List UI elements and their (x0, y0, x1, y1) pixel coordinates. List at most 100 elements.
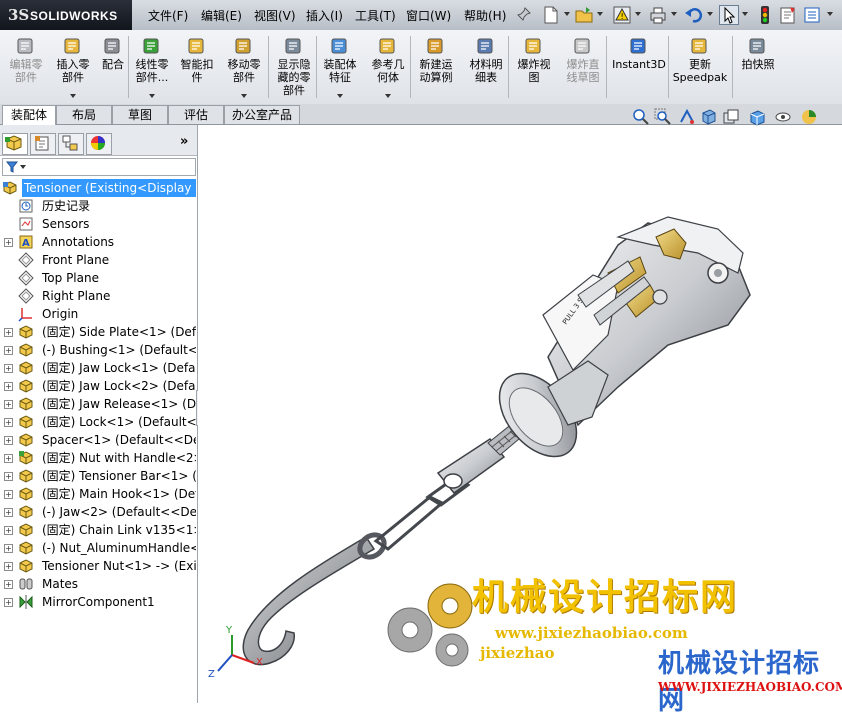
pin-icon[interactable] (516, 6, 532, 22)
tree-item[interactable]: Sensors (0, 215, 196, 233)
warning-rebuild-icon[interactable]: ! (612, 5, 632, 25)
tree-item[interactable]: + (-) Jaw<2> (Default<<Defa (0, 503, 196, 521)
show-hidden-button[interactable]: 显示隐 藏的零 部件 (272, 32, 316, 102)
previous-view-icon[interactable] (678, 108, 696, 126)
tree-root-assembly[interactable]: Tensioner (Existing<Display S (0, 179, 196, 197)
tab-assembly[interactable]: 装配体 (2, 105, 56, 125)
motion-study-button[interactable]: 新建运 动算例 (414, 32, 458, 102)
menu-insert[interactable]: 插入(I) (306, 7, 343, 24)
expand-toggle-icon[interactable]: + (4, 580, 13, 589)
snapshot-button[interactable]: 拍快照 (736, 32, 780, 102)
new-dropdown-icon[interactable] (564, 12, 570, 16)
tree-item[interactable]: Front Plane (0, 251, 196, 269)
zoom-to-area-icon[interactable] (654, 108, 672, 126)
tree-item[interactable]: + (固定) Chain Link v135<1> (0, 521, 196, 539)
tree-item[interactable]: + (固定) Side Plate<1> (Defa (0, 323, 196, 341)
expand-toggle-icon[interactable]: + (4, 490, 13, 499)
move-component-button[interactable]: 移动零 部件 (222, 32, 266, 102)
propertymanager-tab[interactable] (30, 133, 56, 155)
smart-fastener-button[interactable]: 智能扣 件 (177, 32, 217, 102)
explode-line-sketch-button[interactable]: 爆炸直 线草图 (560, 32, 606, 102)
dropdown-caret-icon[interactable] (337, 94, 343, 98)
dropdown-caret-icon[interactable] (70, 94, 76, 98)
featuremanager-tab[interactable] (2, 133, 28, 155)
chevron-right-icon[interactable]: » (180, 134, 188, 149)
options-icon[interactable] (802, 5, 822, 25)
hide-show-items-icon[interactable] (774, 108, 792, 126)
expand-toggle-icon[interactable]: + (4, 400, 13, 409)
expand-toggle-icon[interactable]: + (4, 454, 13, 463)
tree-item[interactable]: + (固定) Jaw Lock<1> (Defau (0, 359, 196, 377)
zoom-to-fit-icon[interactable] (632, 108, 650, 126)
print-icon[interactable] (648, 5, 668, 25)
tab-office-products[interactable]: 办公室产品 (224, 105, 300, 124)
solidworks-logo[interactable]: 3S SOLIDWORKS (0, 0, 132, 30)
tree-item[interactable]: + (固定) Jaw Lock<2> (Defau (0, 377, 196, 395)
tree-item[interactable]: + (-) Bushing<1> (Default<< (0, 341, 196, 359)
edit-component-button[interactable]: 编辑零 部件 (4, 32, 48, 102)
tab-evaluate[interactable]: 评估 (168, 105, 224, 124)
tree-item[interactable]: Origin (0, 305, 196, 323)
traffic-light-icon[interactable] (755, 5, 775, 25)
tree-item[interactable]: + MirrorComponent1 (0, 593, 196, 611)
tree-item[interactable]: + (固定) Jaw Release<1> (De (0, 395, 196, 413)
expand-toggle-icon[interactable]: + (4, 526, 13, 535)
options-dropdown-icon[interactable] (827, 12, 833, 16)
file-properties-icon[interactable] (778, 5, 798, 25)
menu-file[interactable]: 文件(F) (148, 7, 188, 24)
assembly-feature-button[interactable]: 装配体 特征 (318, 32, 362, 102)
expand-toggle-icon[interactable]: + (4, 472, 13, 481)
section-view-icon[interactable] (700, 108, 718, 126)
undo-icon[interactable] (684, 5, 704, 25)
expand-toggle-icon[interactable]: + (4, 436, 13, 445)
expand-toggle-icon[interactable]: + (4, 382, 13, 391)
tree-item[interactable]: + (固定) Main Hook<1> (Def (0, 485, 196, 503)
insert-component-button[interactable]: 插入零 部件 (52, 32, 94, 102)
tree-item[interactable]: + (固定) Tensioner Bar<1> (I (0, 467, 196, 485)
print-dropdown-icon[interactable] (671, 12, 677, 16)
menu-help[interactable]: 帮助(H) (464, 7, 506, 24)
select-cursor-icon[interactable] (719, 5, 739, 25)
dropdown-caret-icon[interactable] (241, 94, 247, 98)
tree-item[interactable]: + (-) Nut_AluminumHandle<1 (0, 539, 196, 557)
display-style-icon[interactable] (748, 108, 766, 126)
expand-toggle-icon[interactable]: + (4, 418, 13, 427)
tree-item[interactable]: + (固定) Nut with Handle<2> (0, 449, 196, 467)
linear-pattern-button[interactable]: 线性零 部件... (131, 32, 173, 102)
tree-item[interactable]: + Spacer<1> (Default<<Def (0, 431, 196, 449)
displaymanager-tab[interactable] (86, 133, 112, 155)
undo-dropdown-icon[interactable] (707, 12, 713, 16)
tree-item[interactable]: 历史记录 (0, 197, 196, 215)
expand-toggle-icon[interactable]: + (4, 508, 13, 517)
tree-item[interactable]: Top Plane (0, 269, 196, 287)
speedpak-button[interactable]: 更新 Speedpak (672, 32, 728, 102)
menu-view[interactable]: 视图(V) (254, 7, 296, 24)
tab-sketch[interactable]: 草图 (112, 105, 168, 124)
tree-item[interactable]: Right Plane (0, 287, 196, 305)
dropdown-caret-icon[interactable] (385, 94, 391, 98)
reference-geometry-button[interactable]: 参考几 何体 (366, 32, 410, 102)
menu-edit[interactable]: 编辑(E) (201, 7, 242, 24)
select-dropdown-icon[interactable] (742, 12, 748, 16)
instant3d-button[interactable]: Instant3D (610, 32, 668, 102)
tab-layout[interactable]: 布局 (56, 105, 112, 124)
menu-window[interactable]: 窗口(W) (406, 7, 451, 24)
tree-item[interactable]: + Tensioner Nut<1> -> (Exis (0, 557, 196, 575)
open-dropdown-icon[interactable] (597, 12, 603, 16)
new-document-icon[interactable] (541, 5, 561, 25)
menu-tools[interactable]: 工具(T) (355, 7, 396, 24)
rebuild-dropdown-icon[interactable] (635, 12, 641, 16)
open-document-icon[interactable] (574, 5, 594, 25)
tree-item[interactable]: + A Annotations (0, 233, 196, 251)
mate-button[interactable]: 配合 (98, 32, 128, 102)
view-orientation-icon[interactable] (722, 108, 740, 126)
expand-toggle-icon[interactable]: + (4, 544, 13, 553)
bom-button[interactable]: 材料明 细表 (464, 32, 508, 102)
dropdown-caret-icon[interactable] (149, 94, 155, 98)
expand-toggle-icon[interactable]: + (4, 346, 13, 355)
expand-toggle-icon[interactable]: + (4, 238, 13, 247)
configurationmanager-tab[interactable] (58, 133, 84, 155)
expand-toggle-icon[interactable]: + (4, 364, 13, 373)
tree-item[interactable]: + Mates (0, 575, 196, 593)
exploded-view-button[interactable]: 爆炸视 图 (512, 32, 556, 102)
